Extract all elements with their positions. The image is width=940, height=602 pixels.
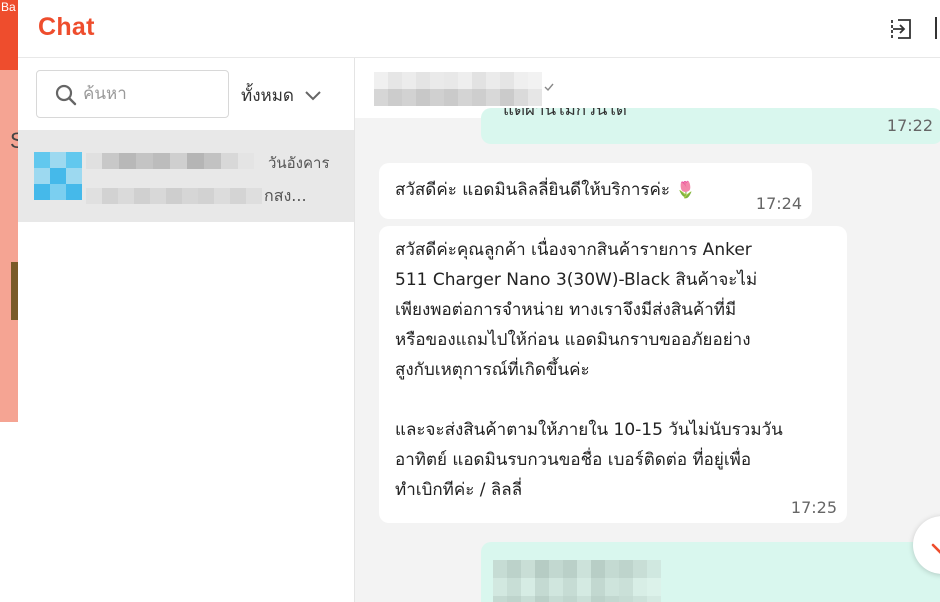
message-line: 511 Charger Nano 3(30W)-Black สินค้าจะไม… (395, 270, 758, 290)
background-banner (0, 70, 18, 422)
exit-to-app-icon[interactable] (889, 17, 913, 41)
contact-name-redacted (86, 153, 254, 169)
message-line: ทำเบิกทีค่ะ / ลิลลี่ (395, 480, 523, 500)
background-page: Ba S (0, 0, 25, 602)
message-line: เพียงพอต่อการจำหน่าย ทางเราจึงมีส่งสินค้… (395, 300, 737, 320)
message-panel: แต่ผ่านไม่ก็วินได้ 17:22 สวัสดีค่ะ แอดมิ… (355, 58, 940, 602)
message-time: 17:24 (755, 194, 802, 213)
background-tab-label: Ba (1, 0, 16, 14)
message-line: อาทิตย์ แอดมินรบกวนขอชื่อ เบอร์ติดต่อ ที… (395, 450, 752, 470)
message-text: สวัสดีค่ะ แอดมินลิลลี่ยินดีให้บริการค่ะ (395, 180, 671, 200)
message-text: แต่ผ่านไม่ก็วินได้ (503, 108, 627, 120)
background-header: Ba (0, 0, 18, 70)
tulip-icon: 🌷 (675, 180, 696, 199)
search-input[interactable] (83, 81, 223, 107)
message-line: และจะส่งสินค้าตามให้ภายใน 10-15 วันไม่นั… (395, 420, 783, 440)
message-line: หรือของแถมไปให้ก่อน แอดมินกราบขออภัยอย่า… (395, 330, 751, 350)
background-image-edge (11, 262, 18, 320)
conversation-item[interactable]: วันอังคาร กสง... (18, 130, 354, 222)
message-bubble-theirs: สวัสดีค่ะคุณลูกค้า เนื่องจากสินค้ารายการ… (379, 226, 847, 523)
background-content (0, 422, 18, 602)
message-bubble-theirs: สวัสดีค่ะ แอดมินลิลลี่ยินดีให้บริการค่ะ … (379, 163, 812, 219)
filter-dropdown[interactable]: ทั้งหมด (241, 82, 322, 109)
chat-header: Chat (18, 0, 940, 58)
search-icon (55, 84, 77, 106)
filter-label: ทั้งหมด (241, 86, 294, 106)
chat-window: Chat ทั้งหมด (18, 0, 940, 602)
message-redacted (493, 596, 661, 602)
contact-name-redacted (374, 72, 542, 106)
message-line: สวัสดีค่ะคุณลูกค้า เนื่องจากสินค้ารายการ… (395, 240, 752, 260)
conversation-list-panel: ทั้งหมด วันอังคาร กสง... (18, 58, 355, 602)
conversation-date: วันอังคาร (268, 154, 330, 172)
message-bubble-mine (481, 542, 940, 602)
message-time: 17:25 (790, 498, 837, 517)
check-icon (544, 83, 554, 92)
preview-redacted (86, 188, 262, 204)
message-bubble-mine: แต่ผ่านไม่ก็วินได้ 17:22 (481, 108, 940, 144)
arrow-down-icon (931, 543, 940, 554)
conversation-preview: กสง... (264, 186, 307, 205)
chat-title: Chat (38, 13, 95, 41)
message-time: 17:22 (886, 116, 933, 135)
message-redacted (493, 560, 661, 596)
avatar (34, 152, 82, 200)
chevron-down-icon (305, 90, 321, 100)
search-box[interactable] (36, 70, 229, 118)
minimize-icon[interactable] (935, 17, 940, 39)
message-line: สูงกับเหตุการณ์ที่เกิดขึ้นค่ะ (395, 360, 590, 380)
